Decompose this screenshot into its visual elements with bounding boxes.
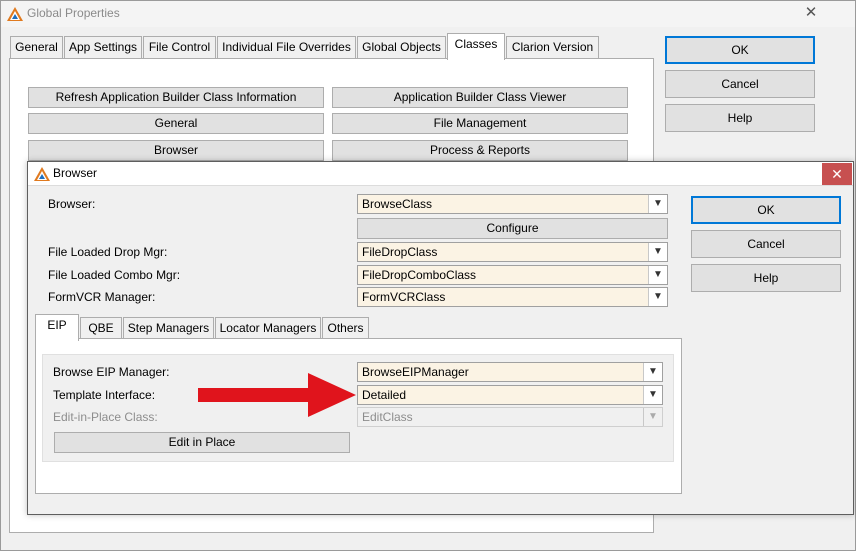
- tab-eip[interactable]: EIP: [35, 314, 79, 341]
- red-arrow-annotation: [198, 373, 356, 417]
- tab-label: Step Managers: [127, 321, 210, 335]
- eip-class-label: Edit-in-Place Class:: [53, 410, 158, 424]
- eip-class-value: EditClass: [362, 410, 413, 424]
- tab-label: EIP: [47, 318, 67, 332]
- template-interface-combo[interactable]: Detailed ▼: [357, 385, 663, 405]
- edit-in-place-button[interactable]: Edit in Place: [54, 432, 350, 453]
- tab-clarion-version[interactable]: Clarion Version: [506, 36, 599, 58]
- file-drop-value: FileDropClass: [362, 245, 438, 259]
- refresh-class-info-button[interactable]: Refresh Application Builder Class Inform…: [28, 87, 324, 108]
- dialog-title-bar: Browser ✕: [28, 162, 853, 186]
- tab-label: General: [15, 40, 58, 54]
- template-interface-label: Template Interface:: [53, 388, 156, 402]
- cancel-button[interactable]: Cancel: [665, 70, 815, 98]
- formvcr-label: FormVCR Manager:: [48, 290, 156, 304]
- tab-label: Global Objects: [362, 40, 441, 54]
- browse-eip-value: BrowseEIPManager: [362, 365, 469, 379]
- tab-step-managers[interactable]: Step Managers: [123, 317, 214, 339]
- file-combo-value: FileDropComboClass: [362, 268, 477, 282]
- tab-others[interactable]: Others: [322, 317, 369, 339]
- eip-class-combo: EditClass ▼: [357, 407, 663, 427]
- tab-classes[interactable]: Classes: [447, 33, 505, 60]
- browser-label: Browser:: [48, 197, 96, 211]
- tab-label: App Settings: [68, 40, 138, 54]
- browser-class-combo[interactable]: BrowseClass ▼: [357, 194, 668, 214]
- chevron-down-icon[interactable]: ▼: [648, 243, 667, 261]
- tab-label: Clarion Version: [511, 40, 594, 54]
- file-management-button[interactable]: File Management: [332, 113, 628, 134]
- configure-button[interactable]: Configure: [357, 218, 668, 239]
- title-bar: Global Properties ✕: [1, 1, 855, 27]
- chevron-down-icon[interactable]: ▼: [643, 386, 662, 404]
- help-button[interactable]: Help: [665, 104, 815, 132]
- tab-label: File Control: [148, 40, 211, 54]
- browser-class-value: BrowseClass: [362, 197, 433, 211]
- window-title: Global Properties: [27, 6, 120, 20]
- class-viewer-button[interactable]: Application Builder Class Viewer: [332, 87, 628, 108]
- template-interface-value: Detailed: [362, 388, 407, 402]
- tab-label: Others: [327, 321, 364, 335]
- browser-button[interactable]: Browser: [28, 140, 324, 161]
- chevron-down-icon[interactable]: ▼: [648, 266, 667, 284]
- file-combo-combo[interactable]: FileDropComboClass ▼: [357, 265, 668, 285]
- tab-label: QBE: [88, 321, 114, 335]
- dialog-help-button[interactable]: Help: [691, 264, 841, 292]
- tab-file-control[interactable]: File Control: [143, 36, 216, 58]
- chevron-down-icon[interactable]: ▼: [643, 363, 662, 381]
- dialog-title: Browser: [53, 166, 98, 180]
- file-drop-label: File Loaded Drop Mgr:: [48, 245, 168, 259]
- close-icon[interactable]: ✕: [795, 1, 827, 25]
- chevron-down-icon[interactable]: ▼: [648, 288, 667, 306]
- browser-dialog: Browser ✕ Browser: BrowseClass ▼ Configu…: [27, 161, 854, 515]
- tab-label: Locator Managers: [219, 321, 317, 335]
- tab-locator-managers[interactable]: Locator Managers: [215, 317, 321, 339]
- clarion-logo-icon: [34, 167, 50, 181]
- formvcr-value: FormVCRClass: [362, 290, 446, 304]
- dialog-cancel-button[interactable]: Cancel: [691, 230, 841, 258]
- chevron-down-icon: ▼: [643, 408, 662, 426]
- tab-label: Individual File Overrides: [222, 40, 351, 54]
- tab-general[interactable]: General: [10, 36, 63, 58]
- process-reports-button[interactable]: Process & Reports: [332, 140, 628, 161]
- tab-global-objects[interactable]: Global Objects: [357, 36, 446, 58]
- file-combo-label: File Loaded Combo Mgr:: [48, 268, 181, 282]
- close-icon[interactable]: ✕: [822, 163, 852, 185]
- general-button[interactable]: General: [28, 113, 324, 134]
- browse-eip-label: Browse EIP Manager:: [53, 365, 170, 379]
- tab-qbe[interactable]: QBE: [80, 317, 122, 339]
- tab-app-settings[interactable]: App Settings: [64, 36, 142, 58]
- dialog-ok-button[interactable]: OK: [691, 196, 841, 224]
- tab-label: Classes: [454, 37, 498, 51]
- ok-button[interactable]: OK: [665, 36, 815, 64]
- clarion-logo-icon: [7, 7, 23, 21]
- chevron-down-icon[interactable]: ▼: [648, 195, 667, 213]
- formvcr-combo[interactable]: FormVCRClass ▼: [357, 287, 668, 307]
- browse-eip-combo[interactable]: BrowseEIPManager ▼: [357, 362, 663, 382]
- tab-individual-file-overrides[interactable]: Individual File Overrides: [217, 36, 356, 58]
- file-drop-combo[interactable]: FileDropClass ▼: [357, 242, 668, 262]
